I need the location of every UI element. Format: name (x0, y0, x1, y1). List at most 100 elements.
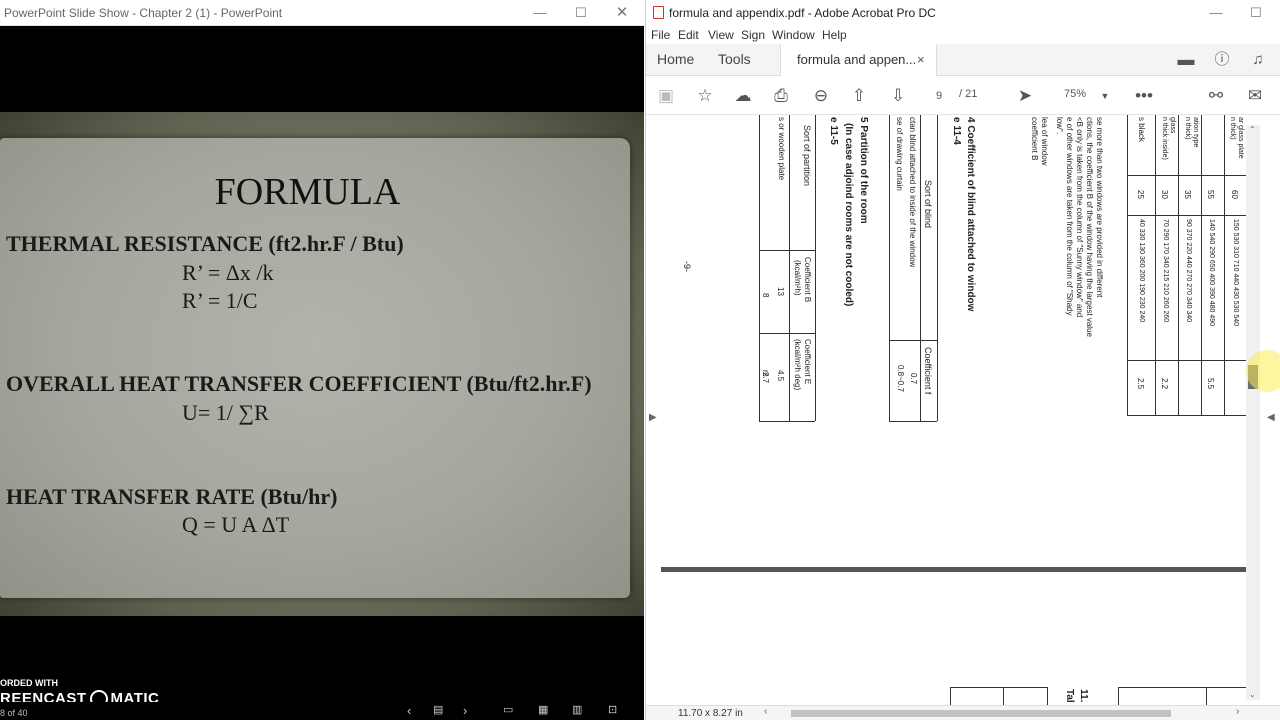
email-icon[interactable]: ✉ (1244, 85, 1266, 107)
more-options-icon[interactable]: ••• (1133, 85, 1155, 107)
table-border (1127, 415, 1247, 416)
comment-icon[interactable]: ▬ (1175, 49, 1197, 71)
zoom-dropdown-chevron-icon[interactable]: ▼ (1094, 85, 1116, 107)
maximize-icon[interactable]: ☐ (561, 0, 601, 26)
doc-table-cell: 5.5 (1206, 378, 1215, 390)
select-cursor-icon[interactable]: ➤ (1014, 85, 1036, 107)
document-area[interactable]: ▶ ◀ 4 Coefficient of blind attached to w… (646, 115, 1280, 705)
tab-close-icon[interactable]: × (917, 44, 925, 75)
table-border (1118, 687, 1119, 705)
toolbar: ▣ ☆ ☁ ⎙ ⊖ ⇧ ⇩ / 21 ➤ 75% ▼ ••• ⚯ ✉ (646, 77, 1280, 115)
minimize-icon[interactable]: — (520, 0, 560, 26)
close-icon[interactable]: ✕ (602, 0, 642, 26)
table-border (1178, 115, 1179, 415)
doc-text-coefficient-e: Coefficient E (803, 339, 812, 385)
slide-formula-u: U= 1/ ∑R (182, 400, 269, 425)
zoom-out-icon[interactable]: ⊖ (810, 85, 832, 107)
page-number-input[interactable] (924, 87, 954, 105)
doc-table-cell: 55 (1206, 190, 1215, 199)
doc-paragraph-line-3: <B only is taken from the column of "Sun… (1075, 117, 1084, 318)
status-bar: 11.70 x 8.27 in ‹ › (646, 705, 1280, 720)
powerpoint-window: PowerPoint Slide Show - Chapter 2 (1) - … (0, 0, 644, 720)
slide-heading-thermal-resistance: THERMAL RESISTANCE (ft2.hr.F / Btu) (6, 231, 404, 256)
notifications-bell-icon[interactable]: ♫ (1247, 49, 1269, 71)
horizontal-scrollbar[interactable] (776, 710, 1236, 717)
slide-heading-overall-coefficient: OVERALL HEAT TRANSFER COEFFICIENT (Btu/f… (6, 371, 592, 396)
tab-tools[interactable]: Tools (718, 44, 751, 76)
ppt-titlebar: PowerPoint Slide Show - Chapter 2 (1) - … (0, 0, 644, 26)
print-icon[interactable]: ⎙ (770, 85, 792, 107)
right-panel-toggle-icon[interactable]: ◀ (1267, 412, 1275, 423)
tab-home[interactable]: Home (657, 44, 694, 76)
doc-table-cell: 2.5 (1136, 378, 1145, 390)
slide-counter: 8 of 40 (0, 708, 28, 718)
tab-document[interactable]: formula and appen... × (780, 44, 937, 76)
scroll-up-chevron-icon[interactable]: ⌃ (1249, 125, 1256, 134)
bookmark-star-icon[interactable]: ☆ (694, 85, 716, 107)
zoom-level[interactable]: 75% (1064, 88, 1086, 100)
doc-table-cell: n thick inside) (1161, 117, 1168, 160)
table-border (1127, 360, 1247, 361)
minimize-icon[interactable]: — (1196, 0, 1236, 26)
scroll-right-chevron-icon[interactable]: › (1236, 706, 1239, 717)
horizontal-scrollbar-thumb[interactable] (791, 710, 1171, 717)
link-icon[interactable]: ⚯ (1205, 85, 1227, 107)
next-page-icon[interactable]: ⇩ (887, 85, 909, 107)
doc-text-coefficient-b-unit: (kcal/m²h) (793, 260, 802, 296)
doc-table-cell: 70 290 170 340 215 210 260 260 (1162, 219, 1169, 323)
vertical-scrollbar[interactable]: ⌃ ⌄ (1246, 125, 1260, 700)
ppt-window-title: PowerPoint Slide Show - Chapter 2 (1) - … (4, 6, 283, 20)
doc-value-8: 8 (761, 293, 770, 298)
doc-text-blind-inside: ctan blind attached to inside of the win… (908, 117, 917, 268)
menu-view[interactable]: View (708, 28, 734, 42)
acrobat-window-title: formula and appendix.pdf - Adobe Acrobat… (669, 6, 936, 20)
normal-view-icon[interactable]: ▭ (503, 703, 513, 716)
table-border (1201, 115, 1202, 415)
menu-window[interactable]: Window (772, 28, 815, 42)
doc-value-13: 13 (776, 287, 785, 296)
page-total: / 21 (959, 88, 978, 100)
doc-text-wooden-plate: s or wooden plate (777, 117, 786, 181)
maximize-icon[interactable]: ☐ (1236, 0, 1276, 26)
table-border (950, 687, 951, 705)
menu-help[interactable]: Help (822, 28, 847, 42)
table-border (759, 421, 815, 422)
slide-sorter-icon[interactable]: ▦ (538, 703, 548, 716)
table-border (889, 115, 890, 421)
doc-table-cell: 90 370 220 440 270 270 340 340 (1185, 219, 1192, 323)
previous-slide-icon[interactable]: ‹ (407, 703, 411, 718)
save-icon[interactable]: ▣ (655, 85, 677, 107)
table-border (1047, 687, 1048, 705)
menu-bar: File Edit View Sign Window Help (646, 26, 1280, 44)
table-border (1206, 687, 1207, 705)
table-border (889, 421, 937, 422)
help-icon[interactable]: ⓘ (1211, 49, 1233, 71)
doc-table-cell: 150 530 310 710 440 430 530 540 (1232, 219, 1239, 327)
menu-edit[interactable]: Edit (678, 28, 699, 42)
menu-file[interactable]: File (651, 28, 670, 42)
doc-text-area-of-window: lea of window (1040, 117, 1049, 166)
slideshow-view-icon[interactable]: ⊡ (608, 703, 617, 716)
reading-view-icon[interactable]: ▥ (572, 703, 582, 716)
left-panel-toggle-icon[interactable]: ▶ (649, 412, 657, 423)
scroll-down-chevron-icon[interactable]: ⌄ (1249, 690, 1256, 699)
doc-paragraph-line-2: ctions, the coefficient B of the window … (1085, 117, 1094, 337)
table-border (1155, 115, 1156, 415)
doc-text-coefficient-b: Coefficient B (803, 257, 812, 303)
tab-document-label: formula and appen... (797, 52, 917, 67)
previous-page-icon[interactable]: ⇧ (848, 85, 870, 107)
doc-table-cell: n thick) (1184, 117, 1191, 140)
doc-table-cell: 25 (1136, 190, 1145, 199)
doc-text-coefficient-b-label: coefficient B (1030, 117, 1039, 161)
doc-table-cell: 30 (1160, 190, 1169, 199)
next-slide-icon[interactable]: › (463, 703, 467, 718)
menu-sign[interactable]: Sign (741, 28, 765, 42)
doc-table-cell: 35 (1183, 190, 1192, 199)
doc-table-cell: 140 540 290 650 400 390 480 490 (1208, 219, 1215, 327)
upload-cloud-icon[interactable]: ☁ (732, 85, 754, 107)
slide-menu-icon[interactable]: ▤ (433, 703, 443, 716)
slide-title: FORMULA (214, 171, 401, 213)
scroll-left-chevron-icon[interactable]: ‹ (764, 706, 767, 717)
doc-paragraph-line-4: e of other windows are taken from the co… (1065, 117, 1074, 316)
page-separator (661, 567, 1247, 572)
